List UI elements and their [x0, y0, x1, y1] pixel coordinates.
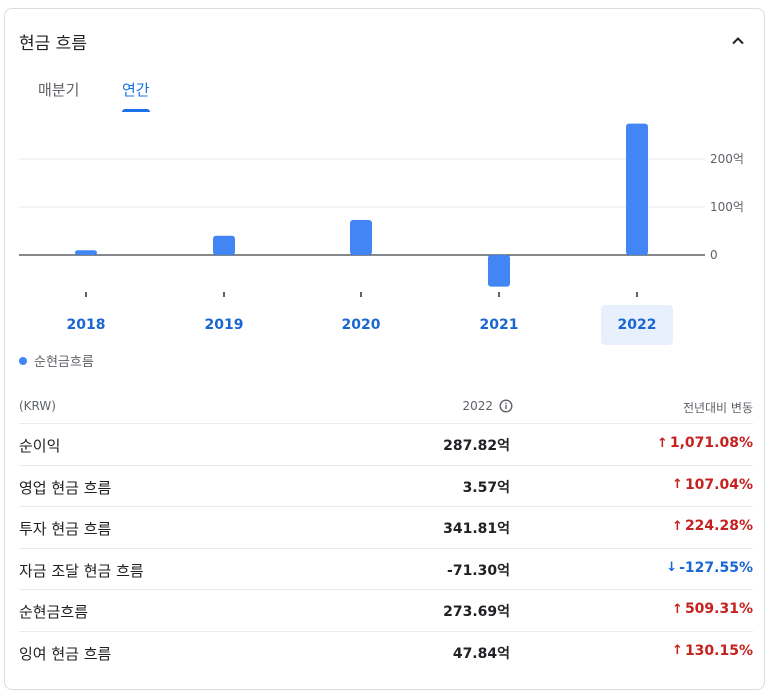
- change-column-header: 전년대비 변동: [682, 401, 753, 415]
- arrow-up-icon: ↑: [672, 477, 683, 493]
- bar-2022[interactable]: [626, 123, 648, 255]
- bar-2019[interactable]: [213, 235, 235, 255]
- row-value: 273.69억: [443, 604, 510, 621]
- x-tick-mark: [636, 292, 638, 297]
- legend-dot: [19, 356, 27, 365]
- row-value: 47.84억: [452, 645, 510, 662]
- row-label: 영업 현금 흐름: [19, 478, 112, 497]
- currency-label: (KRW): [19, 399, 56, 413]
- row-label: 잉여 현금 흐름: [19, 644, 112, 663]
- table-row: 자금 조달 현금 흐름 -71.30억 ↓ -127.55%: [19, 549, 753, 591]
- row-value: 3.57억: [462, 479, 510, 496]
- chevron-up-icon: [732, 37, 744, 45]
- y-tick-label: 0: [710, 248, 718, 262]
- arrow-up-icon: ↑: [672, 601, 683, 617]
- row-label: 자금 조달 현금 흐름: [19, 561, 144, 580]
- year-column-header: 2022: [462, 399, 513, 413]
- x-tick-mark: [360, 292, 362, 297]
- arrow-up-icon: ↑: [672, 518, 683, 534]
- x-tick-mark: [498, 292, 500, 297]
- year-button-2020[interactable]: 2020: [325, 305, 397, 345]
- x-tick-mark: [85, 292, 87, 297]
- row-value: 287.82억: [443, 438, 510, 454]
- table-row: 투자 현금 흐름 341.81억 ↑ 224.28%: [19, 507, 753, 549]
- row-change: ↑ 1,071.08%: [657, 435, 753, 451]
- year-button-2021[interactable]: 2021: [463, 305, 535, 345]
- table-row: 영업 현금 흐름 3.57억 ↑ 107.04%: [19, 466, 753, 508]
- year-button-2018[interactable]: 2018: [50, 305, 122, 345]
- cash-flow-table: (KRW) 2022 전년대비 변동 순이익 287.82억 ↑ 1,071.08% 영…: [19, 391, 753, 674]
- row-change-value: 130.15%: [684, 642, 753, 659]
- tab-quarterly[interactable]: 매분기: [38, 79, 79, 109]
- tab-annual[interactable]: 연간: [122, 79, 150, 112]
- info-icon[interactable]: [499, 399, 513, 413]
- y-tick-label: 100억: [710, 200, 744, 214]
- year-button-2019[interactable]: 2019: [188, 305, 260, 345]
- table-row: 잉여 현금 흐름 47.84억 ↑ 130.15%: [19, 632, 753, 674]
- arrow-down-icon: ↓: [666, 560, 678, 576]
- bar-2021[interactable]: [488, 255, 510, 287]
- net-cash-flow-chart: 0 100억 200억: [19, 123, 744, 297]
- bar-2018[interactable]: [75, 250, 97, 255]
- year-button-2022[interactable]: 2022: [601, 305, 673, 345]
- table-row: 순이익 287.82억 ↑ 1,071.08%: [19, 424, 753, 466]
- row-change: ↑ 107.04%: [672, 477, 753, 493]
- row-change: ↑ 130.15%: [672, 643, 753, 659]
- row-label: 순현금흐름: [19, 603, 89, 622]
- table-header: (KRW) 2022 전년대비 변동: [19, 391, 753, 424]
- row-change-value: 224.28%: [684, 518, 753, 535]
- arrow-up-icon: ↑: [672, 643, 683, 659]
- x-tick-mark: [223, 292, 225, 297]
- cash-flow-card: 현금 흐름 매분기 연간 0 100억 200억 2018 2019 2020 2021 2…: [4, 8, 765, 690]
- card-title: 현금 흐름: [19, 34, 87, 54]
- arrow-up-icon: ↑: [656, 435, 668, 451]
- row-change-value: -127.55%: [679, 559, 753, 576]
- row-change-value: 1,071.08%: [669, 435, 753, 451]
- collapse-button[interactable]: [726, 29, 750, 53]
- table-body: 순이익 287.82억 ↑ 1,071.08% 영업 현금 흐름 3.57억 ↑ 107.04…: [19, 424, 753, 674]
- row-change: ↑ 509.31%: [672, 601, 753, 617]
- legend-label: 순현금흐름: [34, 355, 94, 370]
- chart-legend: 순현금흐름: [19, 351, 94, 370]
- row-change-value: 107.04%: [684, 476, 753, 493]
- card-header: 현금 흐름: [5, 9, 764, 69]
- row-label: 순이익: [19, 437, 61, 455]
- year-header-label: 2022: [462, 399, 493, 413]
- row-change: ↓ -127.55%: [666, 560, 753, 576]
- row-change-value: 509.31%: [684, 601, 753, 618]
- table-row: 순현금흐름 273.69억 ↑ 509.31%: [19, 590, 753, 632]
- period-tabs: 매분기 연간: [5, 75, 305, 112]
- row-value: -71.30억: [447, 562, 510, 579]
- row-value: 341.81억: [443, 521, 510, 538]
- row-label: 투자 현금 흐름: [19, 520, 112, 539]
- y-tick-label: 200억: [710, 152, 744, 166]
- row-change: ↑ 224.28%: [672, 518, 753, 534]
- bar-2020[interactable]: [350, 219, 372, 255]
